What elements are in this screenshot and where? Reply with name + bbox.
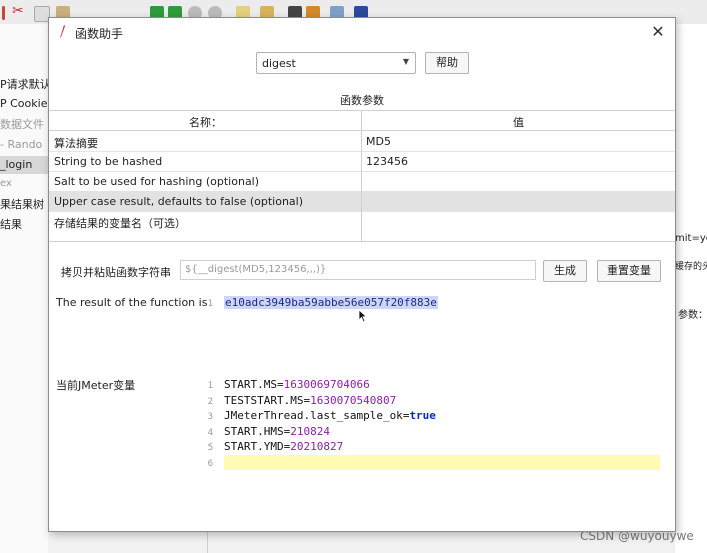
function-select[interactable]: digest ▼: [256, 52, 416, 74]
column-header-name[interactable]: 名称：: [189, 114, 222, 130]
variable-name: START.YMD: [224, 440, 284, 453]
table-row-selected[interactable]: Upper case result, defaults to false (op…: [49, 191, 675, 212]
variable-value: 1630069704066: [283, 378, 370, 391]
table-row[interactable]: Salt to be used for hashing (optional): [49, 171, 675, 192]
background-text: 参数：: [678, 310, 707, 321]
variable-line[interactable]: START.MS=1630069704066: [224, 378, 370, 391]
equals-sign: =: [276, 378, 284, 391]
generate-button[interactable]: 生成: [543, 260, 587, 282]
chevron-down-icon: ▼: [402, 57, 409, 66]
copy-label: 拷贝并粘贴函数字符串: [61, 266, 171, 279]
line-number: 1: [207, 299, 213, 309]
variable-name: START.MS: [224, 378, 277, 391]
mouse-cursor-icon: [358, 309, 368, 323]
param-value[interactable]: MD5: [366, 135, 391, 148]
tree-item[interactable]: 果结果树: [0, 196, 44, 212]
background-text: 缓存的头: [675, 262, 707, 272]
tree-item[interactable]: 结果: [0, 216, 22, 232]
reset-variables-button[interactable]: 重置变量: [597, 260, 661, 282]
help-button[interactable]: 帮助: [425, 52, 469, 74]
tree-item[interactable]: - Rando: [0, 138, 42, 151]
line-number: 6: [207, 458, 213, 469]
variable-line[interactable]: START.HMS=210824: [224, 425, 330, 438]
line-number: 4: [207, 427, 213, 438]
function-string-field[interactable]: ${__digest(MD5,123456,,,)}: [180, 260, 536, 280]
divider: [207, 531, 208, 553]
background-panel: mit=ye 缓存的头 参数：: [675, 24, 707, 553]
close-icon[interactable]: ✕: [649, 23, 667, 41]
vars-label: 当前JMeter变量: [56, 379, 136, 392]
function-helper-dialog: 函数助手 ✕ digest ▼ 帮助 函数参数 名称： 值 算法摘要 MD5 S…: [48, 17, 676, 532]
result-label: The result of the function is: [56, 296, 208, 309]
result-text: e10adc3949ba59abbe56e057f20f883e: [224, 296, 438, 309]
param-name: 算法摘要: [54, 137, 98, 150]
tree-item[interactable]: 数据文件: [0, 116, 44, 132]
toolbar-icon[interactable]: [2, 6, 5, 20]
variable-name: TESTSTART.MS: [224, 393, 304, 407]
tree-item-selected[interactable]: _login: [0, 156, 48, 174]
variable-line[interactable]: JMeterThread.last_sample_ok=true: [224, 409, 436, 422]
tree-item[interactable]: ex: [0, 178, 12, 189]
column-divider: [361, 111, 362, 241]
line-number: 3: [207, 412, 213, 422]
table-header: 名称： 值: [49, 111, 675, 131]
params-title: 函数参数: [340, 94, 384, 107]
variable-value: 1630070540807: [310, 393, 397, 407]
variable-value: 20210827: [290, 440, 344, 453]
variable-name: START.HMS: [224, 424, 284, 438]
param-name: Salt to be used for hashing (optional): [54, 175, 260, 188]
variable-line[interactable]: TESTSTART.MS=1630070540807: [224, 394, 396, 407]
variable-name: JMeterThread.last_sample_ok: [224, 409, 403, 422]
function-select-value: digest: [262, 57, 296, 70]
variable-value: 210824: [290, 424, 330, 438]
dialog-titlebar[interactable]: 函数助手 ✕: [49, 18, 675, 46]
background-text: mit=ye: [675, 233, 707, 244]
table-row[interactable]: String to be hashed 123456: [49, 151, 675, 172]
param-name: 存储结果的变量名（可选）: [54, 217, 186, 230]
cut-icon[interactable]: ✂: [12, 3, 26, 19]
params-table: 名称： 值 算法摘要 MD5 String to be hashed 12345…: [49, 110, 675, 242]
variable-line[interactable]: START.YMD=20210827: [224, 440, 343, 453]
param-name: Upper case result, defaults to false (op…: [54, 195, 303, 208]
column-header-value[interactable]: 值: [513, 114, 524, 130]
line-number: 2: [207, 396, 213, 407]
test-plan-tree: P请求默认 P Cookie 数据文件 - Rando _login ex 果结…: [0, 24, 51, 553]
current-line-highlight: [224, 455, 660, 470]
dialog-title: 函数助手: [75, 27, 124, 41]
variable-value: true: [409, 409, 436, 422]
feather-icon: [59, 25, 65, 39]
table-row[interactable]: 存储结果的变量名（可选）: [49, 211, 675, 240]
table-row[interactable]: 算法摘要 MD5: [49, 131, 675, 152]
param-name: String to be hashed: [54, 155, 163, 168]
param-value[interactable]: 123456: [366, 155, 408, 168]
tree-item[interactable]: P Cookie: [0, 97, 47, 110]
line-number: 1: [207, 381, 213, 391]
line-number: 5: [207, 443, 213, 453]
tree-item[interactable]: P请求默认: [0, 76, 51, 92]
result-value[interactable]: e10adc3949ba59abbe56e057f20f883e: [224, 296, 438, 309]
